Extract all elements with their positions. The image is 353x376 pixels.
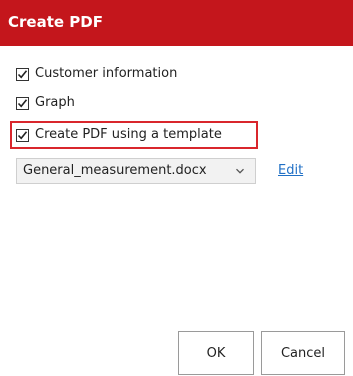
create-pdf-template-option[interactable]: Create PDF using a template — [16, 126, 222, 144]
create-pdf-template-checkbox[interactable] — [16, 128, 29, 142]
create-pdf-template-label: Create PDF using a template — [35, 127, 222, 142]
checkmark-icon — [17, 69, 28, 79]
dialog-title: Create PDF — [8, 13, 103, 31]
customer-information-option[interactable]: Customer information — [16, 65, 177, 83]
graph-option[interactable]: Graph — [16, 94, 75, 112]
dialog-titlebar: Create PDF — [0, 0, 353, 46]
template-select-value: General_measurement.docx — [23, 163, 207, 178]
customer-information-checkbox[interactable] — [16, 67, 29, 81]
graph-checkbox[interactable] — [16, 96, 29, 110]
customer-information-label: Customer information — [35, 66, 178, 81]
graph-label: Graph — [35, 95, 75, 110]
checkmark-icon — [17, 98, 28, 108]
ok-button[interactable]: OK — [178, 331, 254, 375]
checkmark-icon — [17, 130, 28, 140]
create-pdf-dialog: Create PDF Customer information Graph Cr… — [0, 0, 353, 376]
cancel-button[interactable]: Cancel — [261, 331, 345, 375]
template-select[interactable]: General_measurement.docx — [16, 158, 256, 184]
chevron-down-icon — [236, 168, 244, 174]
edit-template-link[interactable]: Edit — [278, 163, 303, 178]
